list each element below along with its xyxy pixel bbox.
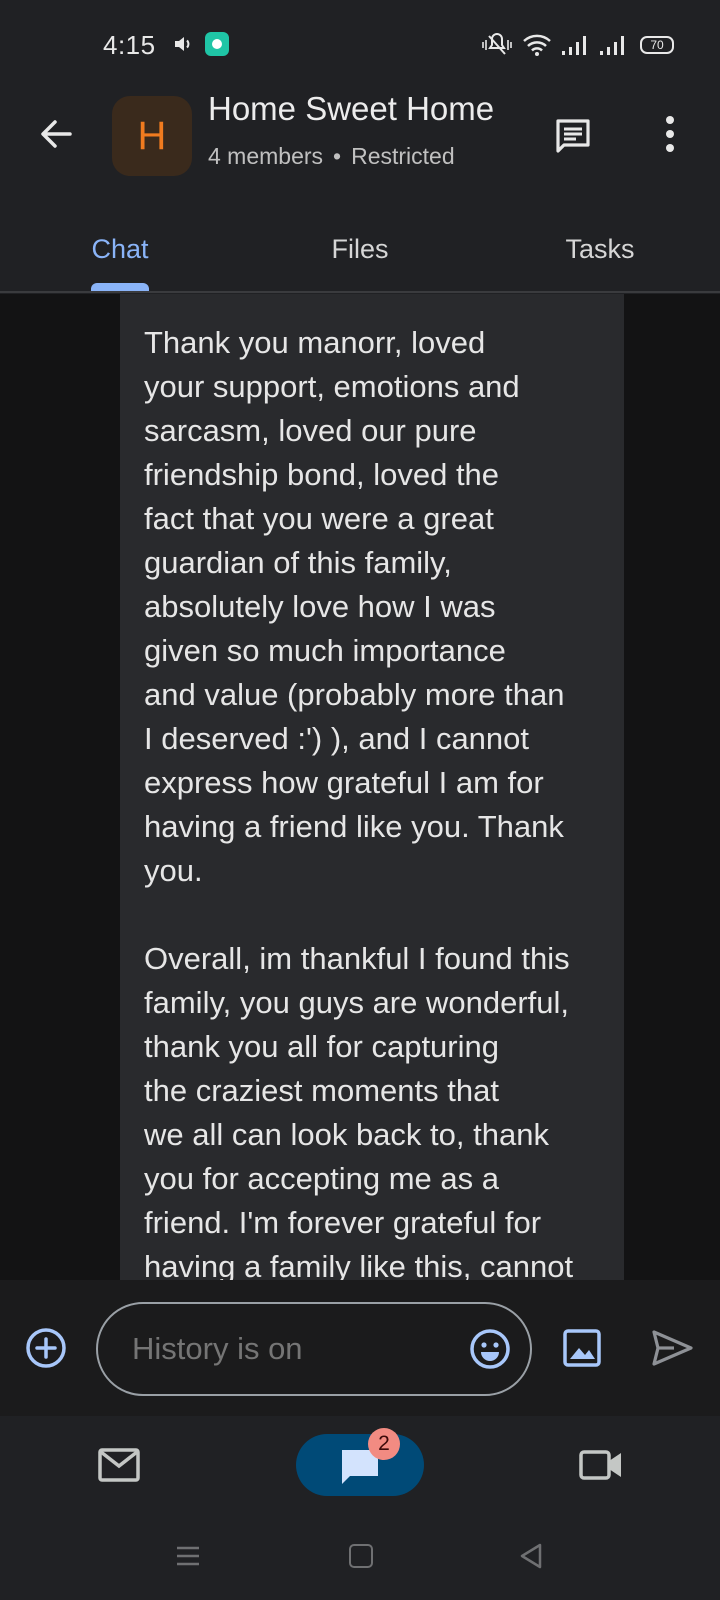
signal-icon-2	[600, 36, 624, 55]
threads-icon[interactable]	[553, 116, 593, 156]
back-arrow-icon[interactable]	[34, 112, 78, 156]
status-icons: 70	[480, 30, 674, 60]
tab-divider	[0, 291, 720, 293]
message-list[interactable]: Thank you manorr, loved your support, em…	[0, 294, 720, 1280]
vibrate-icon	[482, 33, 512, 55]
message-composer	[0, 1280, 720, 1416]
status-time: 4:15	[103, 30, 156, 60]
message-paragraph: Thank you manorr, loved your support, em…	[144, 325, 565, 888]
send-icon[interactable]	[650, 1326, 694, 1370]
notification-badge: 2	[368, 1428, 400, 1460]
status-bar: 4:15 70	[0, 0, 720, 90]
image-icon[interactable]	[560, 1326, 604, 1370]
bottom-navigation: 2	[0, 1416, 720, 1516]
tab-chat[interactable]: Chat	[0, 220, 240, 290]
member-count: 4 members	[208, 143, 324, 169]
access-level: Restricted	[351, 143, 455, 169]
separator-dot: •	[333, 143, 342, 169]
app-header-area: 4:15 70 H Home Sweet Home 4 members • Re…	[0, 0, 720, 294]
tab-tasks[interactable]: Tasks	[480, 220, 720, 290]
video-call-icon[interactable]	[578, 1444, 624, 1484]
recent-apps-icon[interactable]	[175, 1544, 201, 1568]
home-button-icon[interactable]	[349, 1544, 373, 1568]
message-paragraph: Overall, im thankful I found this family…	[144, 941, 574, 1280]
message-bubble[interactable]: Thank you manorr, loved your support, em…	[120, 294, 624, 1280]
volume-icon	[175, 37, 190, 51]
wifi-icon	[523, 34, 551, 56]
system-navigation-bar	[0, 1516, 720, 1600]
group-title[interactable]: Home Sweet Home	[208, 90, 494, 128]
emoji-icon[interactable]	[468, 1327, 512, 1371]
nav-chat-button[interactable]: 2	[296, 1428, 424, 1496]
active-tab-indicator	[91, 283, 149, 291]
message-input-container[interactable]	[96, 1302, 532, 1396]
app-notification-icon	[205, 32, 229, 56]
tab-files[interactable]: Files	[240, 220, 480, 290]
battery-indicator: 70	[640, 36, 674, 54]
system-back-icon[interactable]	[518, 1542, 544, 1570]
group-subtitle: 4 members • Restricted	[208, 143, 455, 170]
more-options-icon[interactable]	[655, 112, 685, 156]
tab-bar: Chat Files Tasks	[0, 220, 720, 294]
group-avatar[interactable]: H	[112, 96, 192, 176]
message-input[interactable]	[130, 1304, 430, 1394]
add-icon[interactable]	[24, 1326, 68, 1370]
signal-icon-1	[562, 36, 586, 55]
mail-icon[interactable]	[96, 1444, 142, 1486]
